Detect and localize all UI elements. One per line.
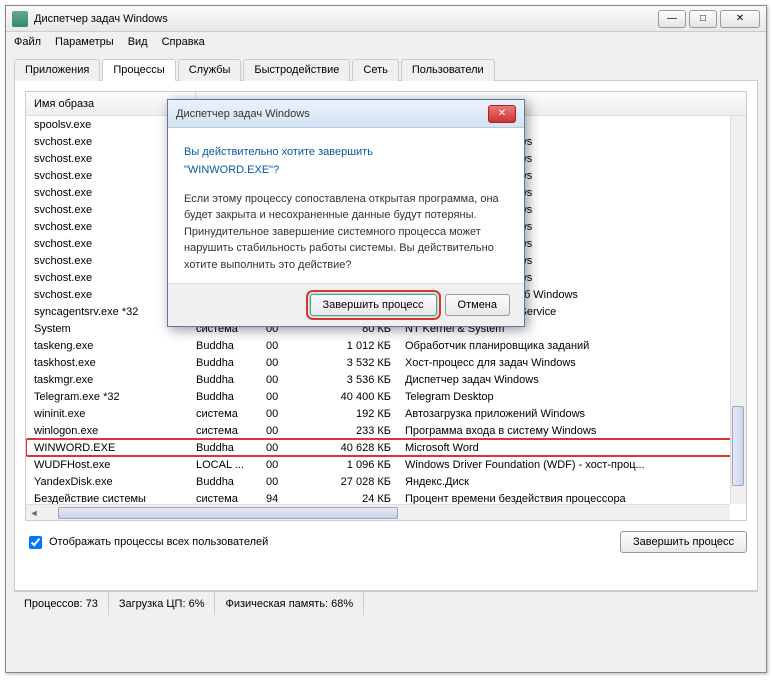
table-row[interactable]: WUDFHost.exeLOCAL ...001 096 КБWindows D…	[26, 456, 746, 473]
dialog-close-button[interactable]: ✕	[488, 105, 516, 123]
menu-options[interactable]: Параметры	[55, 36, 114, 48]
tab-users[interactable]: Пользователи	[401, 59, 495, 81]
cell-cpu: 00	[266, 425, 304, 437]
menu-file[interactable]: Файл	[14, 36, 41, 48]
cell-user: система	[196, 425, 266, 437]
cell-user: Buddha	[196, 374, 266, 386]
cell-desc: Обработчик планировщика заданий	[399, 340, 746, 352]
scroll-thumb-h[interactable]	[58, 507, 398, 519]
dialog-cancel-button[interactable]: Отмена	[445, 294, 510, 316]
cell-desc: Windows Driver Foundation (WDF) - хост-п…	[399, 459, 746, 471]
cell-mem: 233 КБ	[304, 425, 399, 437]
cell-desc: Telegram Desktop	[399, 391, 746, 403]
cell-name: winlogon.exe	[26, 425, 196, 437]
status-memory: Физическая память: 68%	[215, 592, 364, 615]
window-title: Диспетчер задач Windows	[34, 13, 658, 25]
minimize-button[interactable]: —	[658, 10, 686, 28]
cell-name: YandexDisk.exe	[26, 476, 196, 488]
table-row[interactable]: taskeng.exeBuddha001 012 КБОбработчик пл…	[26, 337, 746, 354]
horizontal-scrollbar[interactable]: ◄	[26, 504, 730, 520]
maximize-button[interactable]: □	[689, 10, 717, 28]
cell-desc: Программа входа в систему Windows	[399, 425, 746, 437]
cell-user: Buddha	[196, 442, 266, 454]
cell-cpu: 00	[266, 459, 304, 471]
cell-cpu: 00	[266, 442, 304, 454]
dialog-question: Вы действительно хотите завершить "WINWO…	[184, 142, 508, 179]
cell-desc: Процент времени бездействия процессора	[399, 493, 746, 505]
cell-user: LOCAL ...	[196, 459, 266, 471]
show-all-label: Отображать процессы всех пользователей	[49, 536, 268, 548]
cell-name: taskmgr.exe	[26, 374, 196, 386]
cell-mem: 1 096 КБ	[304, 459, 399, 471]
cell-cpu: 00	[266, 374, 304, 386]
cell-desc: Хост-процесс для задач Windows	[399, 357, 746, 369]
cell-cpu: 00	[266, 391, 304, 403]
dialog-end-process-button[interactable]: Завершить процесс	[310, 294, 437, 316]
table-row[interactable]: WINWORD.EXEBuddha0040 628 КБMicrosoft Wo…	[26, 439, 746, 456]
cell-desc: Microsoft Word	[399, 442, 746, 454]
menu-view[interactable]: Вид	[128, 36, 148, 48]
cell-mem: 40 400 КБ	[304, 391, 399, 403]
cell-name: WUDFHost.exe	[26, 459, 196, 471]
end-process-button[interactable]: Завершить процесс	[620, 531, 747, 553]
table-row[interactable]: YandexDisk.exeBuddha0027 028 КБЯндекс.Ди…	[26, 473, 746, 490]
dialog-text: Если этому процессу сопоставлена открыта…	[184, 191, 508, 274]
cell-mem: 192 КБ	[304, 408, 399, 420]
app-icon	[12, 11, 28, 27]
cell-desc: Автозагрузка приложений Windows	[399, 408, 746, 420]
cell-mem: 1 012 КБ	[304, 340, 399, 352]
cell-mem: 24 КБ	[304, 493, 399, 505]
cell-name: taskhost.exe	[26, 357, 196, 369]
dialog-title: Диспетчер задач Windows	[176, 108, 488, 120]
cell-cpu: 00	[266, 357, 304, 369]
cell-desc: Яндекс.Диск	[399, 476, 746, 488]
scroll-thumb-v[interactable]	[732, 406, 744, 486]
cell-mem: 3 532 КБ	[304, 357, 399, 369]
cell-user: система	[196, 408, 266, 420]
statusbar: Процессов: 73 Загрузка ЦП: 6% Физическая…	[14, 591, 758, 615]
confirm-dialog: Диспетчер задач Windows ✕ Вы действитель…	[167, 99, 525, 327]
tab-net[interactable]: Сеть	[352, 59, 398, 81]
cell-user: Buddha	[196, 357, 266, 369]
tab-services[interactable]: Службы	[178, 59, 242, 81]
table-row[interactable]: taskmgr.exeBuddha003 536 КБДиспетчер зад…	[26, 371, 746, 388]
cell-cpu: 00	[266, 340, 304, 352]
cell-name: Telegram.exe *32	[26, 391, 196, 403]
cell-name: taskeng.exe	[26, 340, 196, 352]
cell-user: Buddha	[196, 391, 266, 403]
tab-processes[interactable]: Процессы	[102, 59, 175, 81]
vertical-scrollbar[interactable]	[730, 116, 746, 504]
menu-help[interactable]: Справка	[162, 36, 205, 48]
cell-name: WINWORD.EXE	[26, 442, 196, 454]
menubar: Файл Параметры Вид Справка	[6, 32, 766, 52]
close-button[interactable]: ✕	[720, 10, 760, 28]
cell-cpu: 00	[266, 408, 304, 420]
cell-name: Бездействие системы	[26, 493, 196, 505]
table-row[interactable]: wininit.exeсистема00192 КБАвтозагрузка п…	[26, 405, 746, 422]
table-row[interactable]: Telegram.exe *32Buddha0040 400 КБTelegra…	[26, 388, 746, 405]
status-processes: Процессов: 73	[14, 592, 109, 615]
scroll-left-icon[interactable]: ◄	[26, 505, 42, 521]
tabs: Приложения Процессы Службы Быстродействи…	[14, 58, 758, 81]
cell-mem: 40 628 КБ	[304, 442, 399, 454]
cell-mem: 27 028 КБ	[304, 476, 399, 488]
cell-user: система	[196, 493, 266, 505]
cell-user: Buddha	[196, 476, 266, 488]
tab-perf[interactable]: Быстродействие	[243, 59, 350, 81]
table-row[interactable]: winlogon.exeсистема00233 КБПрограмма вхо…	[26, 422, 746, 439]
cell-desc: Диспетчер задач Windows	[399, 374, 746, 386]
cell-cpu: 00	[266, 476, 304, 488]
cell-name: wininit.exe	[26, 408, 196, 420]
dialog-titlebar[interactable]: Диспетчер задач Windows ✕	[168, 100, 524, 128]
cell-user: Buddha	[196, 340, 266, 352]
cell-mem: 3 536 КБ	[304, 374, 399, 386]
tab-apps[interactable]: Приложения	[14, 59, 100, 81]
status-cpu: Загрузка ЦП: 6%	[109, 592, 216, 615]
table-row[interactable]: taskhost.exeBuddha003 532 КБХост-процесс…	[26, 354, 746, 371]
show-all-users-checkbox[interactable]: Отображать процессы всех пользователей	[25, 533, 268, 552]
titlebar[interactable]: Диспетчер задач Windows — □ ✕	[6, 6, 766, 32]
show-all-checkbox-input[interactable]	[29, 536, 42, 549]
cell-cpu: 94	[266, 493, 304, 505]
